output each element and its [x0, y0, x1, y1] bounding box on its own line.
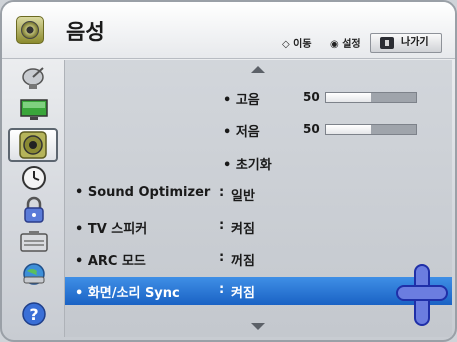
set-hint: ◉ 설정	[330, 39, 361, 50]
menu-header: 음성 ◇ 이동 ◉ 설정 나가기	[2, 2, 455, 59]
picture-icon	[20, 99, 48, 120]
sidebar-item-sound[interactable]	[8, 128, 58, 162]
clock-icon	[22, 166, 46, 190]
tv-speaker-value: 켜짐	[231, 222, 255, 237]
treble-value: 50	[303, 90, 320, 104]
reset-label: • 초기화	[223, 158, 272, 173]
separator: :	[219, 185, 225, 200]
page-title: 음성	[66, 20, 105, 44]
exit-label: 나가기	[401, 37, 429, 48]
sidebar-item-network[interactable]	[12, 260, 56, 288]
av-sync-value: 켜짐	[231, 286, 255, 301]
sidebar-item-picture[interactable]	[12, 96, 56, 124]
options-icon	[20, 231, 48, 252]
sound-settings-panel: • 고음 50 • 저음 50 • 초기화 • Sound Optimizer …	[64, 60, 452, 337]
scroll-up-arrow-icon[interactable]	[251, 66, 265, 73]
sound-optimizer-value: 일반	[231, 189, 255, 204]
help-icon: ?	[22, 302, 46, 326]
separator: :	[219, 250, 225, 265]
sidebar-item-option[interactable]	[12, 228, 56, 256]
lock-icon	[24, 196, 44, 223]
sound-optimizer-label: • Sound Optimizer	[75, 185, 211, 200]
treble-slider-fill	[326, 93, 371, 102]
bass-value: 50	[303, 122, 320, 136]
bass-slider[interactable]	[325, 124, 417, 135]
tv-speaker-row[interactable]: • TV 스피커 : 켜짐	[65, 213, 452, 241]
separator: :	[219, 218, 225, 233]
bass-row[interactable]: • 저음 50	[65, 116, 452, 144]
svg-text:?: ?	[29, 305, 38, 324]
tv-menu-window: 음성 ◇ 이동 ◉ 설정 나가기 ? • 고음 50 • 저음 50 • 초기화…	[0, 0, 457, 342]
av-sync-label: • 화면/소리 Sync	[75, 286, 180, 301]
sidebar-item-support[interactable]: ?	[12, 300, 56, 328]
sound-optimizer-row[interactable]: • Sound Optimizer : 일반	[65, 180, 452, 208]
bass-slider-fill	[326, 125, 371, 134]
tv-speaker-label: • TV 스피커	[75, 222, 148, 237]
reset-row[interactable]: • 초기화	[65, 149, 452, 177]
sidebar-item-time[interactable]	[12, 164, 56, 192]
scroll-down-arrow-icon[interactable]	[251, 323, 265, 330]
arc-mode-value: 꺼짐	[231, 254, 255, 269]
arc-mode-label: • ARC 모드	[75, 254, 146, 269]
network-globe-icon	[23, 263, 45, 285]
sidebar-item-channel[interactable]	[12, 64, 56, 92]
av-sync-row[interactable]: • 화면/소리 Sync : 켜짐	[65, 277, 452, 305]
separator: :	[219, 282, 225, 297]
move-hint: ◇ 이동	[282, 39, 312, 50]
speaker-icon	[19, 131, 47, 159]
bass-label: • 저음	[223, 125, 260, 140]
pointer-cursor-icon	[396, 264, 448, 326]
sidebar-item-lock[interactable]	[12, 196, 56, 224]
treble-label: • 고음	[223, 93, 260, 108]
arc-mode-row[interactable]: • ARC 모드 : 꺼짐	[65, 245, 452, 273]
treble-slider[interactable]	[325, 92, 417, 103]
satellite-dish-icon	[22, 67, 44, 89]
exit-button[interactable]: 나가기	[370, 33, 442, 53]
treble-row[interactable]: • 고음 50	[65, 84, 452, 112]
speaker-icon	[16, 16, 44, 44]
exit-key-icon	[380, 37, 394, 49]
category-sidebar: ?	[6, 60, 62, 336]
